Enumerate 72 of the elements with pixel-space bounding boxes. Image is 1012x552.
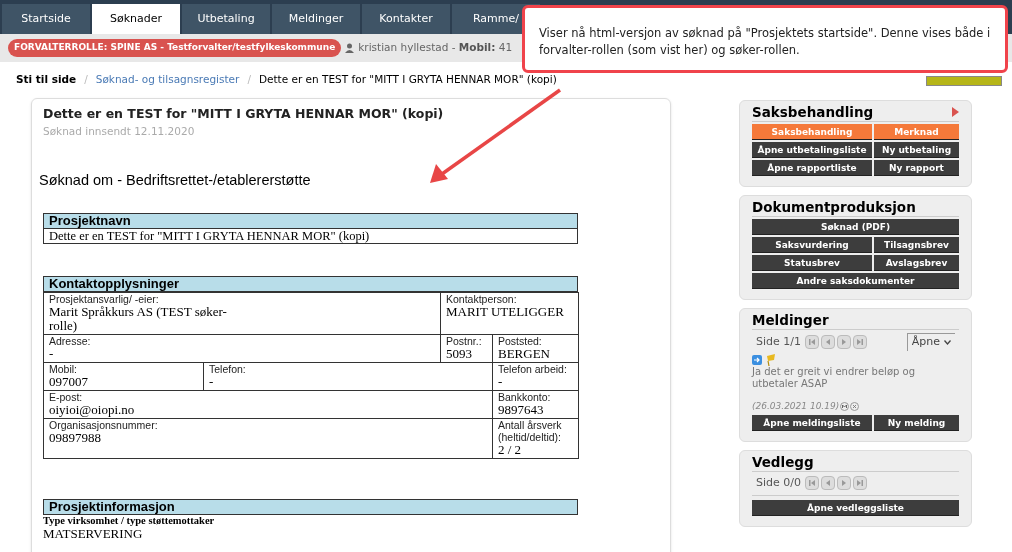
action-button[interactable]: Åpne utbetalingsliste — [752, 142, 872, 158]
action-button[interactable]: Tilsagnsbrev — [874, 237, 959, 253]
user-info: kristian hyllestad - Mobil: 41 — [358, 40, 513, 56]
business-type-value: MATSERVERING — [43, 527, 144, 542]
page-indicator: Side 0/0 — [756, 475, 801, 491]
section-header: Prosjektinformasjon — [43, 499, 578, 516]
section-header: Prosjektnavn — [43, 213, 578, 230]
header-button[interactable] — [926, 76, 1002, 86]
nav-tab[interactable]: Søknader — [92, 4, 180, 34]
chevron-down-icon — [944, 339, 951, 345]
status-dropdown[interactable]: Åpne — [906, 333, 955, 351]
expand-arrow-icon[interactable] — [952, 107, 959, 117]
breadcrumb-current: Dette er en TEST for "MITT I GRYTA HENNAR MOR" (kopi) — [258, 72, 557, 88]
contact-cell: Antall årsverk (heltid/deltid): 2 / 2 — [492, 418, 579, 459]
contact-cell: Adresse: - — [43, 334, 441, 363]
nav-tab[interactable]: Kontakter — [362, 4, 450, 34]
contact-cell: Postnr.: 5093 — [440, 334, 493, 363]
breadcrumb-separator: / — [84, 72, 88, 88]
contact-cell: Kontaktperson: MARIT UTELIGGER — [440, 292, 579, 335]
breadcrumb-link[interactable]: Søknad- og tilsagnsregister — [95, 72, 240, 88]
previous-page-icon[interactable] — [821, 476, 835, 491]
contact-cell: Poststed: BERGEN — [492, 334, 579, 363]
section-header: Kontaktopplysninger — [43, 276, 578, 293]
breadcrumb-separator: / — [247, 72, 251, 88]
action-button[interactable]: Ny melding — [874, 415, 959, 431]
contact-cell: Bankkonto: 9897643 — [492, 390, 579, 419]
message-date: (26.03.2021 10.19) — [752, 399, 840, 413]
document-title: Dette er en TEST for "MITT I GRYTA HENNAR MOR" (kopi) — [43, 105, 445, 123]
contact-cell: Prosjektansvarlig/ -eier: Marit Språkkurs AS (TEST søker-rolle) — [43, 292, 441, 335]
contact-cell: E-post: oiyioi@oiopi.no — [43, 390, 493, 419]
action-button[interactable]: Avslagsbrev — [874, 255, 959, 271]
first-page-icon[interactable] — [805, 334, 819, 349]
action-button[interactable]: Åpne meldingsliste — [752, 415, 872, 431]
action-button[interactable]: Andre saksdokumenter — [752, 273, 959, 289]
contact-cell: Telefon arbeid: - — [492, 362, 579, 391]
contact-cell: Telefon: - — [203, 362, 493, 391]
breadcrumb-label: Sti til side — [16, 72, 77, 88]
last-page-icon[interactable] — [853, 476, 867, 491]
panel-title: Saksbehandling — [752, 103, 874, 121]
project-name-value: Dette er en TEST for "MITT I GRYTA HENNAR MOR" (kopi) — [43, 229, 578, 245]
next-page-icon[interactable] — [837, 334, 851, 349]
note-tooltip: Viser nå html-versjon av søknad på "Prosjektets startside". Denne vises både i forvalter-rollen (som vist her) og søker-rollen. — [522, 5, 1008, 73]
last-page-icon[interactable] — [853, 334, 867, 349]
close-icon[interactable] — [850, 401, 860, 411]
nav-tab[interactable]: Startside — [2, 4, 90, 34]
action-button[interactable]: Åpne vedleggsliste — [752, 499, 959, 516]
application-heading: Søknad om - Bedriftsrettet-/etablererstøtte — [39, 170, 312, 190]
nav-tab[interactable]: Utbetaling — [182, 4, 270, 34]
action-button[interactable]: Ny utbetaling — [874, 142, 959, 158]
business-type-label: Type virksomhet / type støttemottaker — [43, 515, 216, 528]
action-button[interactable]: Saksvurdering — [752, 237, 872, 253]
message-text: Ja det er greit vi endrer beløp og utbetaler ASAP — [752, 365, 916, 390]
contact-cell: Mobil: 097007 — [43, 362, 204, 391]
user-icon — [345, 43, 355, 53]
nav-tab[interactable]: Meldinger — [272, 4, 360, 34]
page-indicator: Side 1/1 — [756, 333, 801, 350]
contact-cell: Organisasjonsnummer: 09897988 — [43, 418, 493, 459]
action-button[interactable]: Åpne rapportliste — [752, 160, 872, 176]
role-badge: FORVALTERROLLE: SPINE AS - Testforvalter/testfylkeskommune — [8, 39, 342, 57]
next-page-icon[interactable] — [837, 476, 851, 491]
previous-page-icon[interactable] — [821, 334, 835, 349]
action-button[interactable]: Søknad (PDF) — [752, 219, 959, 235]
first-page-icon[interactable] — [805, 476, 819, 491]
panel-title: Dokumentproduksjon — [752, 198, 916, 216]
flag-icon — [766, 353, 777, 366]
arrow-right-icon[interactable] — [752, 354, 762, 365]
panel-title: Vedlegg — [752, 453, 814, 471]
action-button[interactable]: Ny rapport — [874, 160, 959, 176]
circle-m-icon[interactable] — [840, 401, 850, 411]
action-button[interactable]: Statusbrev — [752, 255, 872, 271]
panel-title: Meldinger — [752, 311, 829, 329]
submitted-date: Søknad innsendt 12.11.2020 — [43, 123, 196, 139]
